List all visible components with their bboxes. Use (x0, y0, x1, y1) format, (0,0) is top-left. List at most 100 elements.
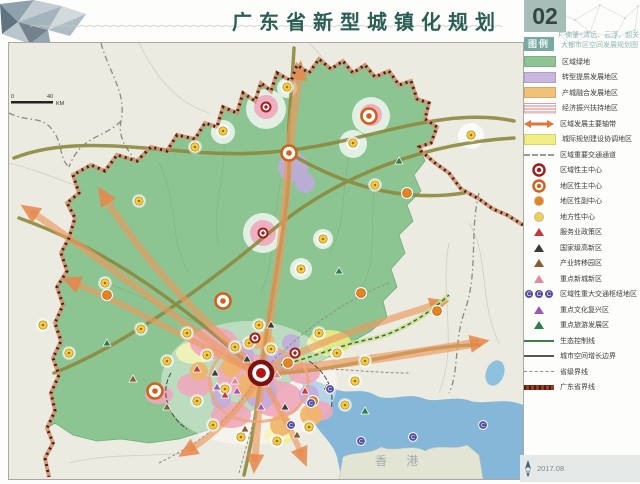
local-center-marker (330, 346, 344, 360)
legend-label: 重点新城新区 (560, 274, 602, 284)
svg-text:C: C (411, 435, 415, 441)
local-center-marker (160, 354, 174, 368)
legend-swatch-tri-icon (524, 274, 554, 283)
local-center-marker (206, 418, 220, 432)
legend-label: 产城融合发展地区 (562, 88, 618, 98)
legend-swatch-tri-icon (524, 259, 554, 268)
local-center-marker (134, 322, 148, 336)
transport-hub-marker: C (479, 421, 488, 430)
local-center-marker (98, 276, 112, 290)
legend-swatch-box-icon (524, 72, 556, 83)
legend-item: 地方性中心 (524, 209, 638, 225)
legend-swatch-tri-icon (524, 305, 554, 314)
legend-item: 城市空间增长边界 (524, 349, 638, 365)
page-title: 广东省新型城镇化规划 (232, 6, 502, 35)
legend-swatch-tri-icon (524, 228, 554, 237)
legend-item: 区域性主中心 (524, 163, 638, 179)
legend-swatch-dashline-icon (524, 371, 554, 372)
local-center-marker (302, 420, 316, 434)
legend-label: 产业转移园区 (560, 258, 602, 268)
legend-swatch-box-striped-icon (524, 103, 556, 114)
local-center-marker (180, 326, 194, 340)
local-center-marker (280, 80, 294, 94)
legend-item: CCC区域性重大交通枢纽地区 (524, 287, 638, 303)
legend-item: 广东省界线 (524, 380, 638, 396)
region-main-center-marker (362, 109, 377, 124)
main-center-marker (250, 362, 272, 384)
legend-label: 生态控制线 (560, 336, 595, 346)
legend-item: 地区性主中心 (524, 178, 638, 194)
legend-label: 区域性重大交通枢纽地区 (560, 289, 637, 299)
local-center-marker (464, 128, 478, 142)
svg-text:C: C (527, 292, 532, 298)
subtitle-line2: 大都市区空间发展规划图 (558, 41, 638, 51)
legend-panel: 区域绿地转型提质发展地区产城融合发展地区经济振兴扶持地区区域发展主要轴带城际规划… (524, 54, 638, 395)
region-main-center-marker (216, 294, 231, 309)
compass-icon (523, 460, 533, 478)
transport-hub-marker: C (357, 437, 366, 446)
transport-hub-marker: C (409, 433, 418, 442)
local-center-marker (228, 340, 242, 354)
legend-swatch-tri-icon (524, 243, 554, 252)
legend-swatch-arrow-icon (524, 119, 554, 128)
legend-swatch-box-icon (524, 87, 556, 98)
legend-item: 产城融合发展地区 (524, 85, 638, 101)
legend-label: 重点文化复兴区 (560, 305, 609, 315)
scale-forty: 40 (47, 94, 53, 100)
legend-label: 区域重要交通通道 (560, 150, 616, 160)
legend-item: 城际规划建设协调地区 (524, 132, 638, 148)
local-center-marker (200, 348, 214, 362)
local-center-marker (358, 354, 372, 368)
local-center-marker (316, 232, 330, 246)
legend-swatch-hatch-icon (524, 385, 554, 390)
legend-label: 区域性主中心 (560, 165, 602, 175)
legend-label: 转型提质发展地区 (562, 72, 618, 82)
hongkong-label: 香 港 (375, 454, 426, 468)
legend-label: 广东省界线 (560, 382, 595, 392)
legend-item: 产业转移园区 (524, 256, 638, 272)
svg-text:C: C (309, 401, 313, 407)
legend-tag: 图例 (524, 37, 554, 51)
legend-swatch-dashes-icon (524, 154, 554, 156)
local-center-marker (270, 434, 284, 448)
sub-center-marker (401, 187, 413, 199)
footer-bar: 2017.08 (520, 455, 640, 482)
date-label: 2017.08 (537, 464, 564, 473)
local-center-marker (348, 374, 362, 388)
svg-text:C: C (481, 423, 485, 429)
legend-label: 地区性主中心 (560, 181, 602, 191)
scale-unit: KM (56, 101, 65, 107)
legend-swatch-box-icon (524, 56, 556, 67)
local-center-marker (62, 346, 76, 360)
legend-item: 区域重要交通通道 (524, 147, 638, 163)
region-main-center-marker (282, 146, 297, 161)
local-center-marker (216, 124, 230, 138)
red-center-marker (259, 229, 268, 238)
legend-swatch-hubs-icon: CCC (524, 290, 554, 299)
svg-text:C: C (537, 292, 542, 298)
legend-label: 城际规划建设协调地区 (562, 134, 632, 144)
local-center-marker (36, 318, 50, 332)
legend-label: 城市空间增长边界 (560, 351, 616, 361)
legend-item: 重点旅游发展区 (524, 318, 638, 334)
scale-zero: 0 (11, 94, 14, 100)
subtitle-line1: 广佛肇+清远、云浮、韶关 (558, 31, 638, 41)
red-center-marker (251, 334, 260, 343)
svg-text:C: C (328, 387, 332, 393)
svg-text:C: C (289, 423, 293, 429)
local-center-marker (346, 136, 360, 150)
legend-item: 重点文化复兴区 (524, 302, 638, 318)
legend-label: 区域发展主要轴带 (560, 119, 616, 129)
sub-center-marker (282, 357, 294, 369)
legend-label: 地方性中心 (560, 212, 595, 222)
legend-label: 重点旅游发展区 (560, 320, 609, 330)
local-center-marker (190, 394, 204, 408)
svg-text:C: C (547, 292, 552, 298)
transport-hub-marker: C (307, 399, 316, 408)
legend-item: 区域绿地 (524, 54, 638, 70)
legend-item: 省级界线 (524, 364, 638, 380)
map-panel: C C C C C C 0 40 KM 香 港 (8, 42, 524, 480)
local-center-marker (368, 178, 382, 192)
local-center-marker (252, 318, 266, 332)
red-center-marker (262, 103, 271, 112)
